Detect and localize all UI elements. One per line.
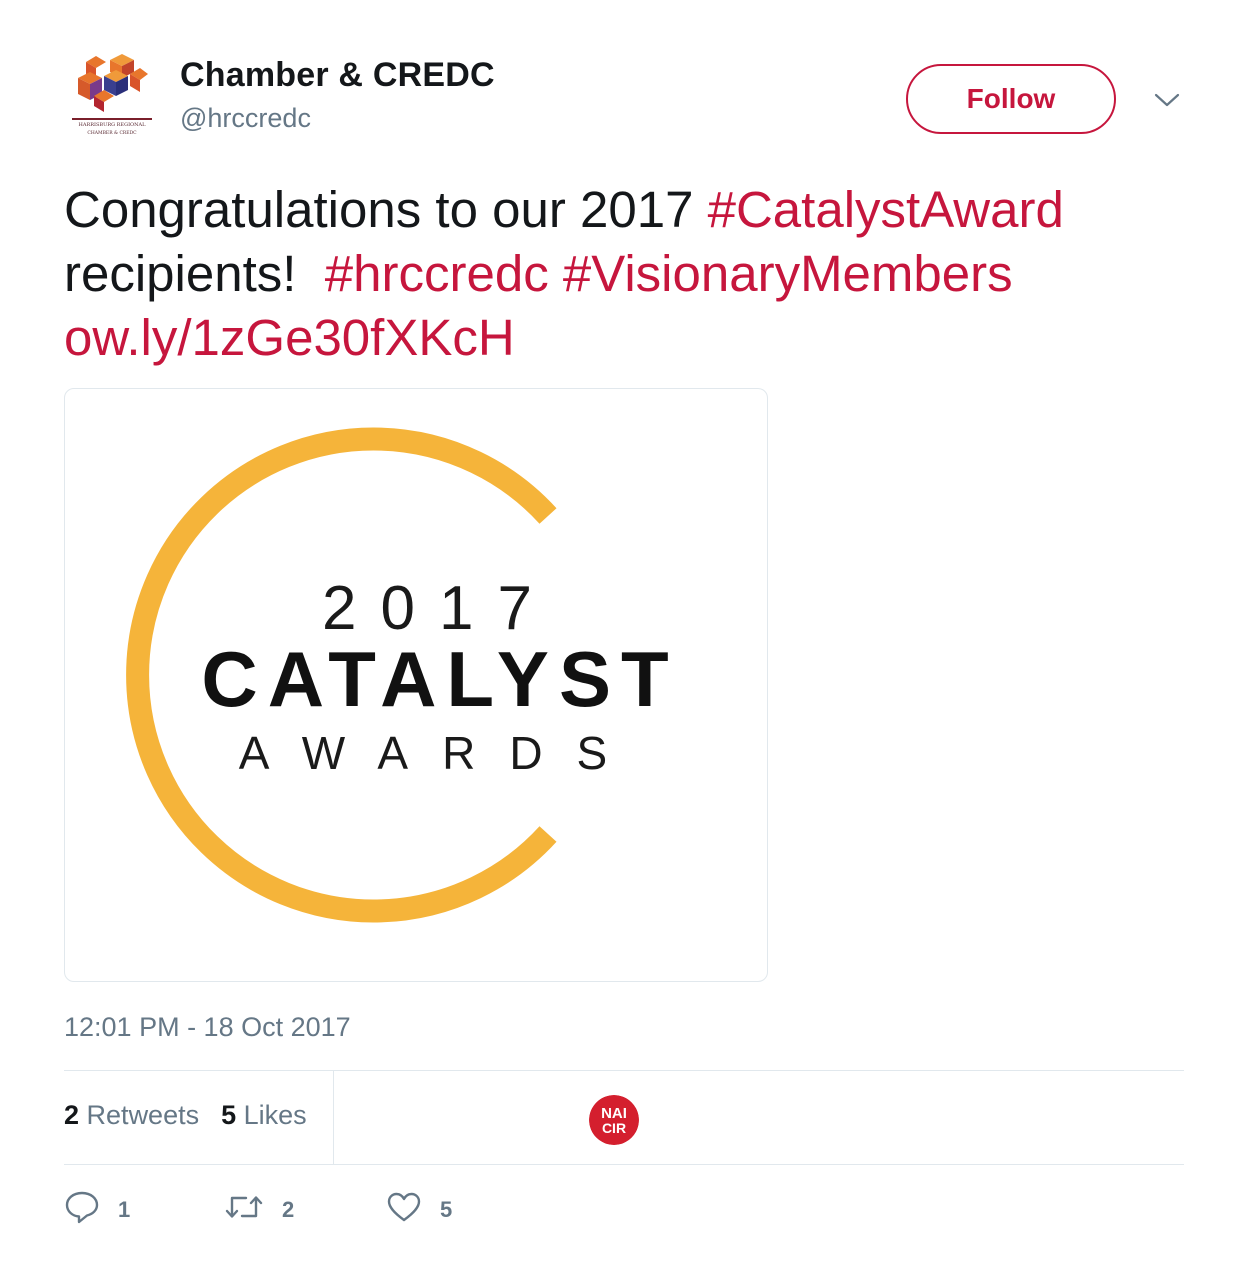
reply-icon xyxy=(64,1190,100,1230)
chamber-logo-icon xyxy=(78,54,148,112)
likes-stat[interactable]: 5 Likes xyxy=(221,1100,307,1131)
hashtag-catalystaward[interactable]: #CatalystAward xyxy=(708,181,1064,238)
svg-text:HARRISBURG REGIONAL: HARRISBURG REGIONAL xyxy=(79,122,147,128)
like-button[interactable]: 5 xyxy=(386,1190,546,1230)
reply-count: 1 xyxy=(118,1197,131,1222)
tweet-text-segment: recipients! xyxy=(64,245,325,302)
retweet-count: 2 xyxy=(282,1197,295,1222)
tweet-line-2: recipients! #hrccredc #VisionaryMembers xyxy=(64,242,1194,306)
tweet-line-1: Congratulations to our 2017 #CatalystAwa… xyxy=(64,178,1194,242)
tweet-stats: 2 Retweets 5 Likes xyxy=(64,1100,307,1131)
hashtag-hrccredc[interactable]: #hrccredc xyxy=(325,245,549,302)
divider xyxy=(64,1164,1184,1165)
retweet-button[interactable]: 2 xyxy=(224,1190,386,1230)
stats-divider xyxy=(333,1070,334,1165)
likes-label: Likes xyxy=(243,1100,307,1130)
like-count: 5 xyxy=(440,1197,453,1222)
tweet-text: Congratulations to our 2017 #CatalystAwa… xyxy=(64,178,1194,370)
hashtag-visionarymembers[interactable]: #VisionaryMembers xyxy=(563,245,1013,302)
svg-text:CIR: CIR xyxy=(602,1120,626,1136)
tweet-actions: 1 2 5 xyxy=(64,1190,546,1230)
retweets-stat[interactable]: 2 Retweets xyxy=(64,1100,199,1131)
short-link[interactable]: ow.ly/1zGe30fXKcH xyxy=(64,309,515,366)
tweet-card: HARRISBURG REGIONAL CHAMBER & CREDC Cham… xyxy=(0,0,1252,1280)
heart-icon xyxy=(386,1191,422,1229)
tweet-media-image[interactable]: 2017 CATALYST AWARDS xyxy=(64,388,768,982)
award-subtitle: AWARDS xyxy=(239,727,642,779)
retweets-count: 2 xyxy=(64,1100,80,1130)
award-title: CATALYST xyxy=(201,635,678,723)
tweet-line-3: ow.ly/1zGe30fXKcH xyxy=(64,306,1194,370)
svg-text:CHAMBER & CREDC: CHAMBER & CREDC xyxy=(87,130,137,136)
chevron-down-icon[interactable] xyxy=(1150,86,1184,114)
tweet-timestamp[interactable]: 12:01 PM - 18 Oct 2017 xyxy=(64,1012,351,1043)
tweet-text-segment: Congratulations to our 2017 xyxy=(64,181,708,238)
likes-count: 5 xyxy=(221,1100,237,1130)
retweets-label: Retweets xyxy=(86,1100,200,1130)
user-handle[interactable]: @hrccredc xyxy=(180,103,311,134)
divider xyxy=(64,1070,1184,1071)
retweet-icon xyxy=(224,1192,264,1228)
award-year: 2017 xyxy=(322,574,556,643)
display-name[interactable]: Chamber & CREDC xyxy=(180,56,495,95)
liker-avatar[interactable]: NAI CIR xyxy=(589,1095,639,1145)
reply-button[interactable]: 1 xyxy=(64,1190,224,1230)
follow-button[interactable]: Follow xyxy=(906,64,1116,134)
profile-avatar[interactable]: HARRISBURG REGIONAL CHAMBER & CREDC xyxy=(64,50,160,146)
